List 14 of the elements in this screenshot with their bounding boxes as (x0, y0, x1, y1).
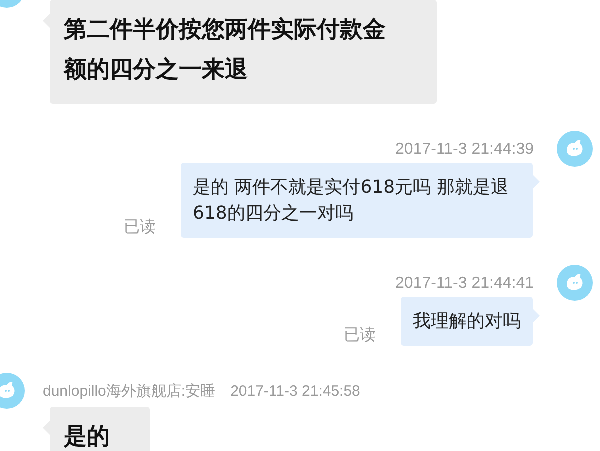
message-bubble: 是的 两件不就是实付618元吗 那就是退618的四分之一对吗 (181, 163, 533, 238)
sender-name: dunlopillo海外旗舰店:安睡 (43, 382, 216, 400)
message-time: 2017-11-3 21:44:39 (396, 140, 534, 160)
bubble-tail (533, 175, 540, 189)
avatar-icon (557, 265, 593, 301)
message-bubble: 第二件半价按您两件实际付款金额的四分之一来退 (50, 0, 437, 104)
message-time: 2017-11-3 21:45:58 (230, 382, 360, 400)
message-bubble: 我理解的对吗 (401, 297, 533, 346)
bubble-tail (533, 309, 540, 323)
read-status: 已读 (124, 217, 156, 237)
avatar-icon (557, 131, 593, 167)
message-bubble: 是的 (50, 407, 150, 451)
message-time: 2017-11-3 21:44:41 (396, 274, 534, 294)
read-status: 已读 (344, 325, 376, 345)
